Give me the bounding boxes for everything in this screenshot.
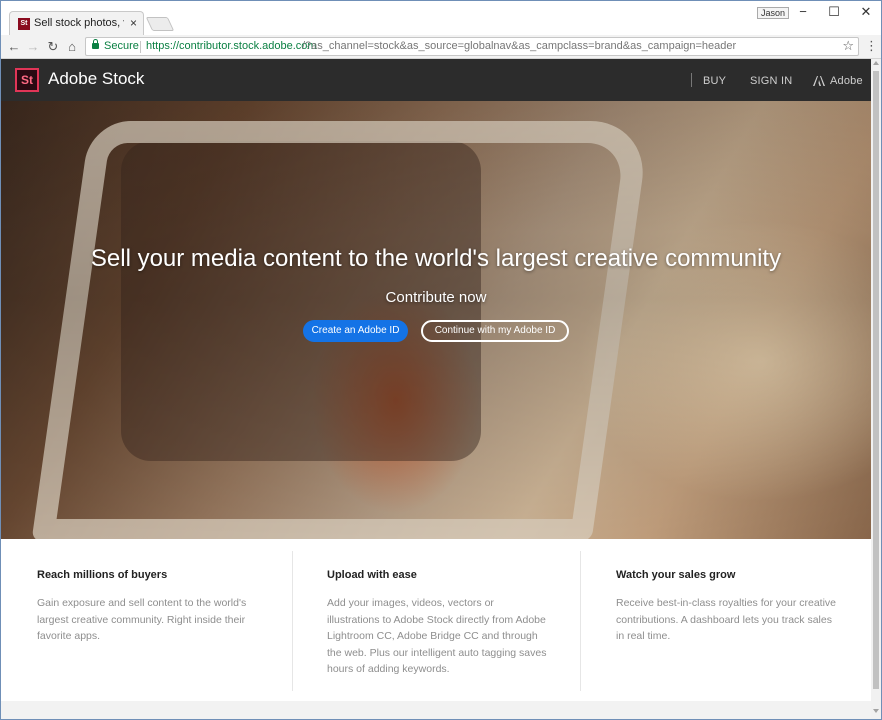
brand-name[interactable]: Adobe Stock [48,69,144,89]
feature-title: Reach millions of buyers [37,569,168,581]
browser-tab[interactable]: St Sell stock photos, videos × [9,11,144,35]
feature-reach-buyers: Reach millions of buyers Gain exposure a… [37,569,257,645]
new-tab-button[interactable] [145,17,175,31]
feature-body: Receive best-in-class royalties for your… [616,597,836,642]
lock-icon [92,39,99,49]
home-icon[interactable]: ⌂ [64,38,80,56]
feature-body: Gain exposure and sell content to the wo… [37,597,247,642]
url-host: https://contributor.stock.adobe.com [146,40,317,52]
tab-title: Sell stock photos, videos [34,17,124,29]
scroll-thumb[interactable] [873,71,879,689]
feature-body: Add your images, videos, vectors or illu… [327,597,547,675]
tab-close-icon[interactable]: × [130,16,137,30]
adobe-stock-logo[interactable]: St [15,68,39,92]
minimize-icon[interactable]: − [793,4,813,19]
buy-link[interactable]: BUY [703,75,726,87]
adobe-logo-icon[interactable] [813,76,825,86]
feature-sales: Watch your sales grow Receive best-in-cl… [616,569,836,645]
profile-badge[interactable]: Jason [757,7,790,19]
site-header: St Adobe Stock BUY SIGN IN Adobe [1,59,871,101]
create-adobe-id-button[interactable]: Create an Adobe ID [303,320,408,342]
adobe-link[interactable]: Adobe [830,75,863,87]
hero-subtitle: Contribute now [385,289,487,306]
feature-title: Watch your sales grow [616,569,736,581]
back-icon[interactable]: ← [6,38,22,56]
browser-menu-icon[interactable]: ⋮ [865,38,878,54]
header-divider [691,73,692,87]
close-window-icon[interactable]: ✕ [856,4,876,20]
feature-divider [580,551,581,691]
secure-label: Secure [104,40,139,52]
title-bar: St Sell stock photos, videos × Jason − ☐… [1,1,881,35]
feature-divider [292,551,293,691]
reload-icon[interactable]: ↻ [45,38,61,56]
url-path: /?as_channel=stock&as_source=globalnav&a… [302,40,737,52]
address-bar[interactable]: Secure https://contributor.stock.adobe.c… [85,37,859,56]
feature-upload: Upload with ease Add your images, videos… [327,569,547,678]
hero-banner: Sell your media content to the world's l… [1,101,871,539]
maximize-icon[interactable]: ☐ [824,4,844,20]
page-content: St Adobe Stock BUY SIGN IN Adobe Sell yo… [1,59,871,719]
browser-toolbar: ← → ↻ ⌂ Secure https://contributor.stock… [1,35,881,59]
feature-title: Upload with ease [327,569,417,581]
adobe-stock-favicon-icon: St [18,18,30,30]
scroll-up-icon[interactable] [873,61,879,65]
browser-window: St Sell stock photos, videos × Jason − ☐… [0,0,882,720]
bookmark-star-icon[interactable]: ☆ [842,38,854,54]
features-section: Reach millions of buyers Gain exposure a… [1,539,871,719]
forward-icon[interactable]: → [25,38,41,56]
sign-in-link[interactable]: SIGN IN [750,75,792,87]
page-scrollbar[interactable] [871,59,881,719]
scroll-down-icon[interactable] [873,709,879,713]
hero-title: Sell your media content to the world's l… [90,245,782,272]
page-bottom-band [1,701,871,719]
address-divider [140,41,141,53]
continue-adobe-id-button[interactable]: Continue with my Adobe ID [421,320,569,342]
